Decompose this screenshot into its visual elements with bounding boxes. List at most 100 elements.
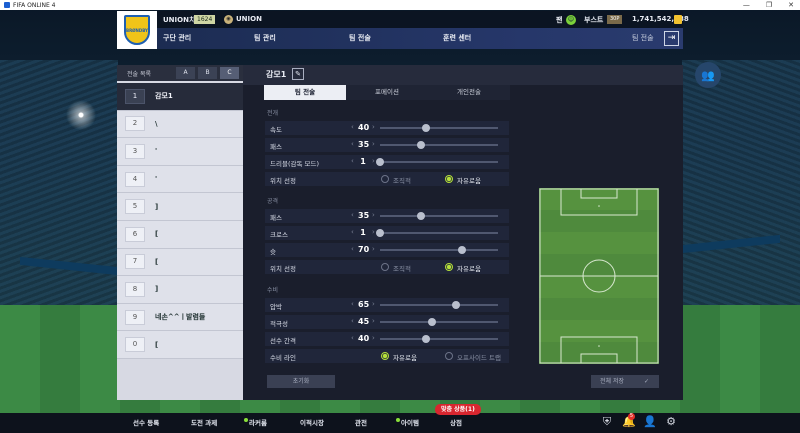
edit-name-icon[interactable]: ✎: [292, 68, 304, 80]
section-title-attack: 공격: [267, 198, 279, 205]
slider-track[interactable]: [380, 321, 498, 323]
radio-label: 조직적: [393, 177, 411, 185]
slider-handle[interactable]: [416, 212, 425, 220]
radio-offside-trap[interactable]: [445, 352, 453, 360]
tactics-slot[interactable]: 1 감모1: [117, 83, 243, 111]
nav-items[interactable]: 아이템: [401, 413, 419, 433]
tactics-slot[interactable]: 3 ': [117, 138, 243, 166]
increase-arrow-icon[interactable]: ›: [372, 140, 375, 148]
setting-row: 슛 ‹ 70 ›: [265, 243, 509, 257]
slider-track[interactable]: [380, 215, 498, 217]
decrease-arrow-icon[interactable]: ‹: [351, 300, 354, 308]
slot-number: 4: [125, 171, 145, 187]
decrease-arrow-icon[interactable]: ‹: [351, 211, 354, 219]
reset-button[interactable]: 초기화: [267, 375, 335, 388]
tactics-slot[interactable]: 5]: [117, 193, 243, 221]
radio-free-form[interactable]: [445, 263, 453, 271]
user-group-icon[interactable]: 👥: [695, 62, 721, 88]
fan-smiley-icon[interactable]: ☺: [566, 15, 576, 25]
decrease-arrow-icon[interactable]: ‹: [351, 228, 354, 236]
tactics-slot[interactable]: 7[: [117, 248, 243, 277]
decrease-arrow-icon[interactable]: ‹: [351, 317, 354, 325]
slider-track[interactable]: [380, 249, 498, 251]
slider-track[interactable]: [380, 304, 498, 306]
radio-organised[interactable]: [381, 263, 389, 271]
slot-name: ]: [155, 202, 159, 211]
tab-team-tactics[interactable]: 팀 전술: [264, 85, 346, 100]
decrease-arrow-icon[interactable]: ‹: [351, 140, 354, 148]
nav-spectate[interactable]: 관전: [355, 413, 367, 433]
tactics-slot[interactable]: 9 네손^^ㅣ발렴들: [117, 303, 243, 332]
slider-track[interactable]: [380, 161, 498, 163]
increase-arrow-icon[interactable]: ›: [372, 123, 375, 131]
menu-team-management[interactable]: 팀 관리: [254, 28, 276, 49]
setting-row: 압박 ‹ 65 ›: [265, 298, 509, 312]
nav-transfer-market[interactable]: 이적시장: [300, 413, 324, 433]
tab-individual-tactics[interactable]: 개인전술: [428, 85, 510, 100]
slider-handle[interactable]: [452, 301, 461, 309]
tactics-tab-c[interactable]: C: [220, 67, 239, 79]
slider-track[interactable]: [380, 144, 498, 146]
profile-icon[interactable]: 👤: [643, 415, 657, 429]
slot-name: 감모1: [155, 92, 173, 101]
setting-row: 패스 ‹ 35 ›: [265, 138, 509, 152]
exit-icon[interactable]: ⇥: [664, 31, 679, 46]
menu-team-tactics[interactable]: 팀 전술: [349, 28, 371, 49]
slider-handle[interactable]: [422, 335, 431, 343]
radio-organised[interactable]: [381, 175, 389, 183]
radio-free-form[interactable]: [381, 352, 389, 360]
decrease-arrow-icon[interactable]: ‹: [351, 157, 354, 165]
menu-training-center[interactable]: 훈련 센터: [443, 28, 471, 49]
tactics-slot[interactable]: 4 ': [117, 165, 243, 194]
slider-handle[interactable]: [422, 124, 431, 132]
nav-shop[interactable]: 상점: [450, 413, 462, 433]
tactics-slot[interactable]: 8]: [117, 276, 243, 304]
slider-track[interactable]: [380, 127, 498, 129]
slider-handle[interactable]: [416, 141, 425, 149]
increase-arrow-icon[interactable]: ›: [372, 334, 375, 342]
club-logo[interactable]: BRØNDBY: [117, 11, 157, 49]
tactics-tab-b[interactable]: B: [198, 67, 217, 79]
slider-handle[interactable]: [376, 158, 384, 166]
increase-arrow-icon[interactable]: ›: [372, 157, 375, 165]
slider-handle[interactable]: [376, 229, 384, 237]
decrease-arrow-icon[interactable]: ‹: [351, 123, 354, 131]
new-dot-icon: [244, 418, 248, 422]
nav-locker-room[interactable]: 라커룸: [249, 413, 267, 433]
nav-player-register[interactable]: 선수 등록: [133, 413, 159, 433]
slider-handle[interactable]: [428, 318, 437, 326]
menu-club-management[interactable]: 구단 관리: [163, 28, 191, 49]
increase-arrow-icon[interactable]: ›: [372, 245, 375, 253]
nav-challenges[interactable]: 도전 과제: [191, 413, 217, 433]
slot-number: 6: [125, 226, 145, 242]
slider-handle[interactable]: [458, 246, 467, 254]
minimize-button[interactable]: —: [743, 1, 750, 9]
save-all-label: 전체 저장: [600, 378, 624, 385]
setting-value: 35: [358, 140, 370, 149]
slider-track[interactable]: [380, 232, 498, 234]
tactics-slot[interactable]: 6[: [117, 220, 243, 249]
club-shield-icon[interactable]: ⛨: [600, 415, 614, 429]
close-button[interactable]: ✕: [788, 1, 794, 9]
radio-free-form[interactable]: [445, 175, 453, 183]
tab-formation[interactable]: 포메이션: [346, 85, 428, 100]
increase-arrow-icon[interactable]: ›: [372, 300, 375, 308]
increase-arrow-icon[interactable]: ›: [372, 211, 375, 219]
increase-arrow-icon[interactable]: ›: [372, 228, 375, 236]
increase-arrow-icon[interactable]: ›: [372, 317, 375, 325]
tactics-tab-a[interactable]: A: [176, 67, 195, 79]
union-name: UNION: [236, 15, 262, 23]
maximize-button[interactable]: ❐: [766, 1, 772, 9]
decrease-arrow-icon[interactable]: ‹: [351, 245, 354, 253]
setting-value: 65: [358, 300, 370, 309]
promo-badge[interactable]: 맞춤 상품(1): [435, 404, 481, 415]
slider-track[interactable]: [380, 338, 498, 340]
settings-gear-icon[interactable]: ⚙: [664, 415, 678, 429]
tactics-slot[interactable]: 2 \: [117, 110, 243, 139]
setting-row: 적극성 ‹ 45 ›: [265, 315, 509, 329]
decrease-arrow-icon[interactable]: ‹: [351, 334, 354, 342]
tactics-slot[interactable]: 0[: [117, 331, 243, 359]
save-all-button[interactable]: 전체 저장 ✓: [591, 375, 659, 388]
tactics-list-title: 전술 목록: [127, 70, 151, 78]
boost-badge[interactable]: 30P: [607, 15, 623, 24]
